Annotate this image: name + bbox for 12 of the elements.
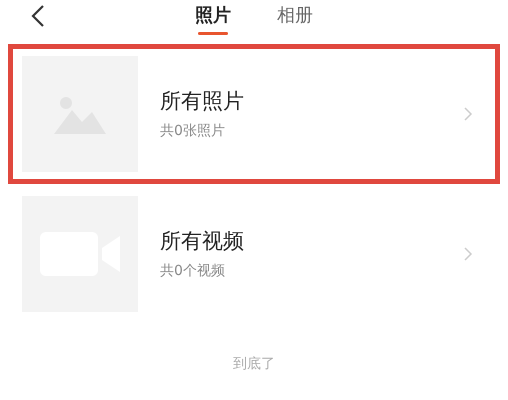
end-of-list-text: 到底了: [233, 355, 275, 374]
tab[interactable]: 照片: [195, 2, 231, 35]
album-row[interactable]: 所有视频 共0个视频: [8, 184, 500, 324]
album-row[interactable]: 所有照片 共0张照片: [8, 44, 500, 184]
back-icon[interactable]: [30, 4, 46, 28]
tab[interactable]: 相册: [277, 2, 313, 35]
chevron-right-icon: [463, 106, 473, 122]
album-title: 所有照片: [160, 88, 245, 115]
album-title: 所有视频: [160, 228, 245, 255]
album-count: 共0张照片: [160, 122, 226, 142]
album-count: 共0个视频: [160, 262, 226, 282]
chevron-right-icon: [463, 246, 473, 262]
